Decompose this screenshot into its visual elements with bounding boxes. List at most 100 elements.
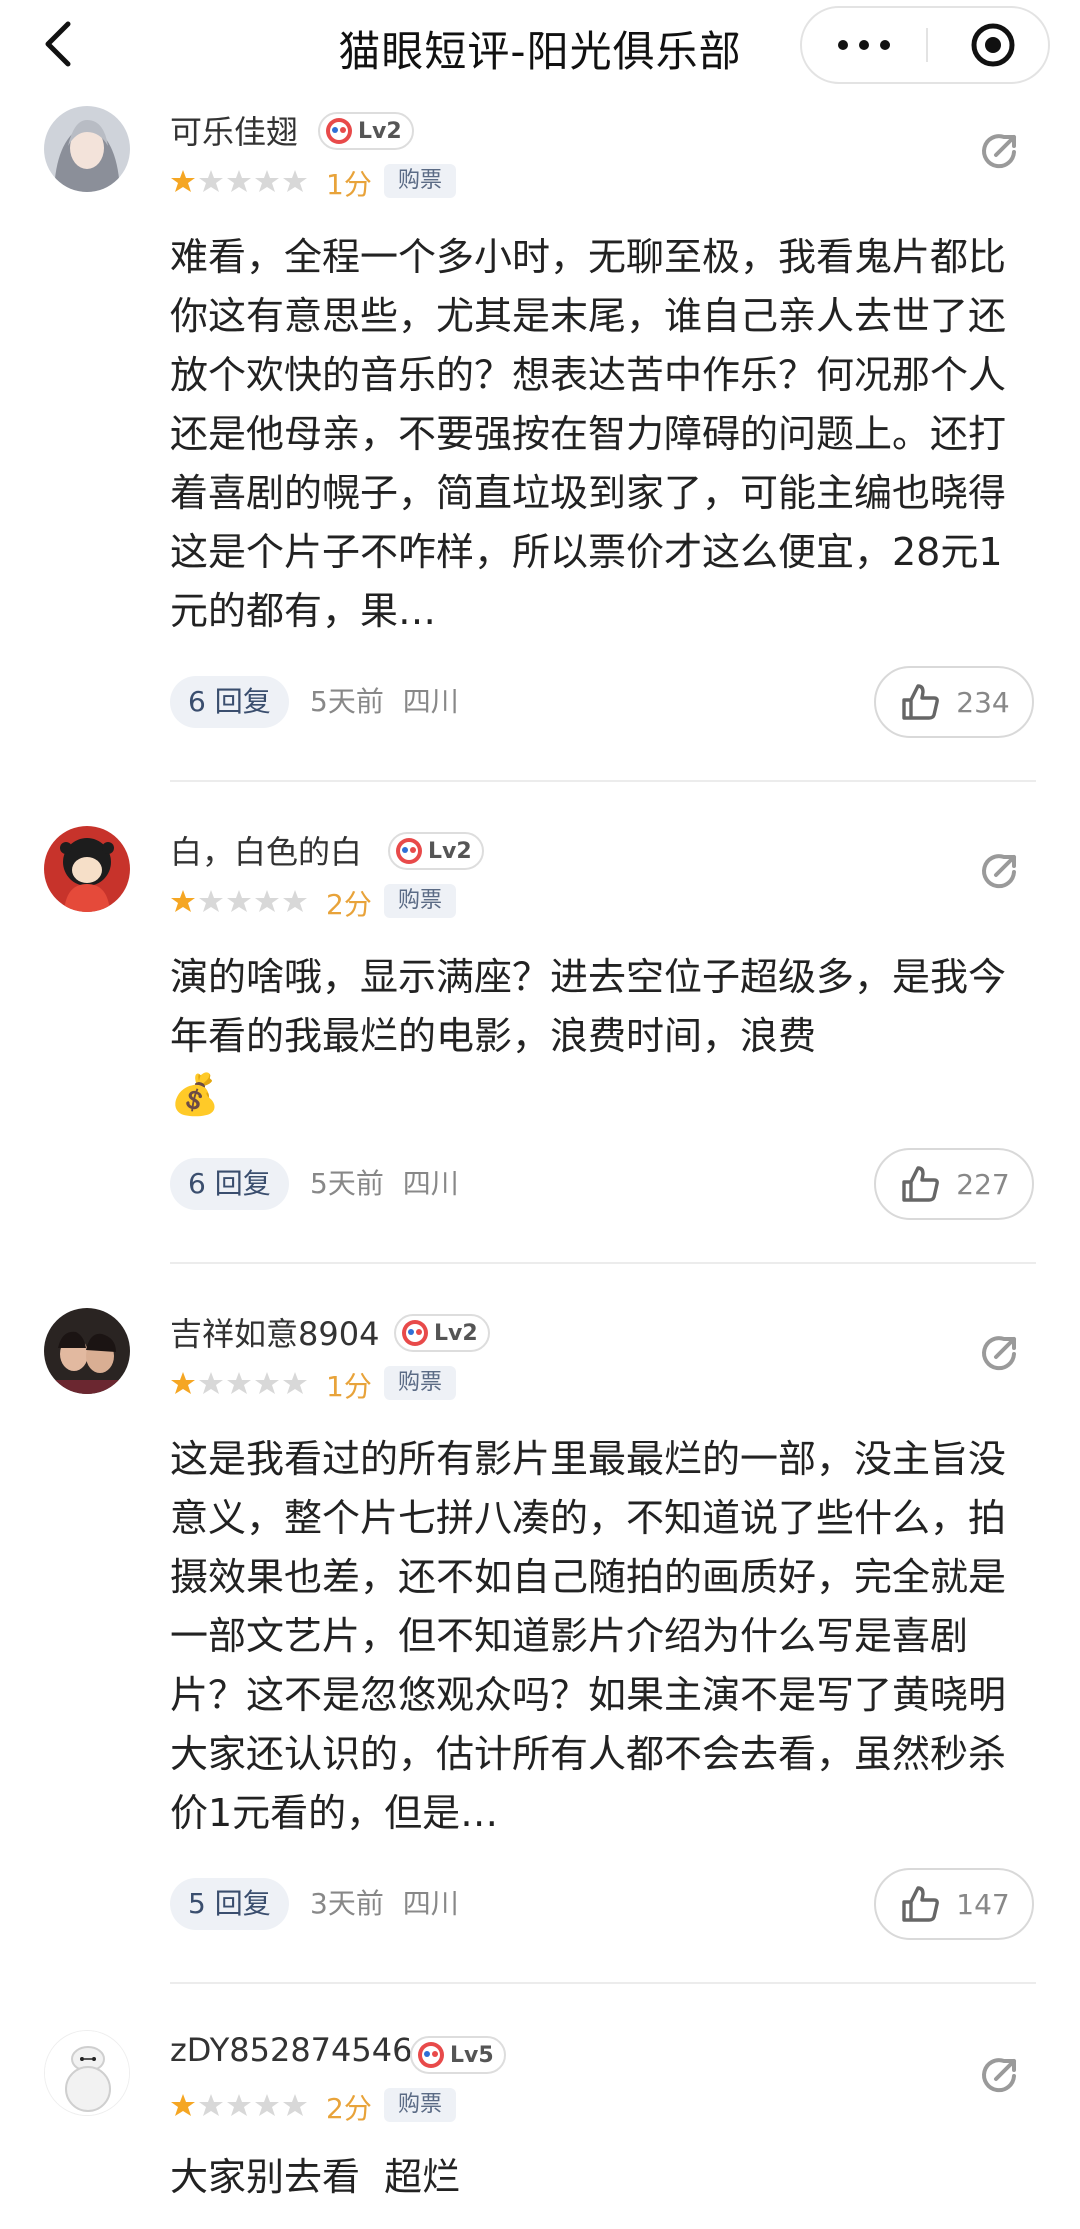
score: 1分 bbox=[326, 168, 372, 201]
level-badge: Lv5 bbox=[410, 2036, 506, 2074]
comment-meta: 5天前 四川 bbox=[310, 1158, 459, 1210]
ticket-tag: 购票 bbox=[384, 2088, 457, 2122]
star-icon bbox=[199, 2094, 223, 2116]
score: 2分 bbox=[326, 2092, 372, 2125]
level-badge: Lv2 bbox=[394, 1314, 490, 1352]
like-button[interactable]: 147 bbox=[874, 1868, 1034, 1940]
star-icon bbox=[255, 1372, 279, 1394]
star-icon bbox=[283, 890, 307, 912]
divider bbox=[170, 1262, 1036, 1264]
star-icon bbox=[255, 890, 279, 912]
rating-stars bbox=[170, 1370, 310, 1396]
comment-text: 这是我看过的所有影片里最最烂的一部，没主旨没意义，整个片七拼八凑的，不知道说了些… bbox=[170, 1437, 1007, 1835]
nav-bar: 猫眼短评-阳光俱乐部 bbox=[0, 0, 1080, 88]
money-bag-emoji: 💰 bbox=[170, 1072, 220, 1118]
star-icon bbox=[227, 2094, 251, 2116]
like-button[interactable]: 227 bbox=[874, 1148, 1034, 1220]
star-icon bbox=[283, 1372, 307, 1394]
level-text: Lv2 bbox=[434, 1320, 478, 1346]
star-icon bbox=[227, 1372, 251, 1394]
avatar-image bbox=[45, 2031, 129, 2115]
score: 2分 bbox=[326, 888, 372, 921]
level-badge: Lv2 bbox=[388, 832, 484, 870]
star-icon bbox=[171, 890, 195, 912]
user-level-icon bbox=[402, 1320, 428, 1346]
username[interactable]: 白，白色的白 bbox=[170, 827, 362, 873]
like-count: 234 bbox=[956, 685, 1010, 719]
target-circle-icon bbox=[971, 23, 1015, 67]
more-button[interactable] bbox=[802, 8, 926, 82]
mini-program-capsule bbox=[800, 6, 1050, 84]
rating-stars bbox=[170, 168, 310, 194]
star-icon bbox=[255, 170, 279, 192]
share-button[interactable] bbox=[978, 848, 1024, 894]
user-level-icon bbox=[326, 118, 352, 144]
ticket-tag: 购票 bbox=[384, 164, 457, 198]
ticket-tag: 购票 bbox=[384, 1366, 457, 1400]
username[interactable]: 吉祥如意8904 bbox=[170, 1309, 379, 1355]
avatar-image bbox=[44, 826, 130, 912]
ticket-tag: 购票 bbox=[384, 884, 457, 918]
close-button[interactable] bbox=[970, 22, 1016, 68]
star-icon bbox=[227, 890, 251, 912]
thumb-up-icon bbox=[902, 1886, 940, 1922]
star-icon bbox=[255, 2094, 279, 2116]
share-icon bbox=[982, 854, 1016, 889]
comment-location: 四川 bbox=[402, 1887, 459, 1920]
comment-time: 5天前 bbox=[310, 1167, 384, 1200]
comment-meta: 3天前 四川 bbox=[310, 1878, 459, 1930]
like-count: 227 bbox=[956, 1167, 1010, 1201]
share-icon bbox=[982, 1336, 1016, 1371]
star-icon bbox=[283, 170, 307, 192]
level-text: Lv2 bbox=[428, 838, 472, 864]
level-text: Lv2 bbox=[358, 118, 402, 144]
avatar[interactable] bbox=[44, 2030, 130, 2116]
user-level-icon bbox=[396, 838, 422, 864]
like-count: 147 bbox=[956, 1887, 1010, 1921]
comment-location: 四川 bbox=[402, 685, 459, 718]
share-button[interactable] bbox=[978, 128, 1024, 174]
like-button[interactable]: 234 bbox=[874, 666, 1034, 738]
share-icon bbox=[982, 134, 1016, 169]
comment-text-body: 演的啥哦，显示满座？进去空位子超级多，是我今年看的我最烂的电影，浪费时间，浪费 bbox=[170, 955, 1007, 1058]
reply-count-button[interactable]: 5 回复 bbox=[170, 1878, 289, 1930]
divider bbox=[170, 1982, 1036, 1984]
comment-meta: 5天前 四川 bbox=[310, 676, 459, 728]
comment-text: 大家别去看 超烂 bbox=[170, 2155, 461, 2199]
avatar[interactable] bbox=[44, 1308, 130, 1394]
star-icon bbox=[171, 2094, 195, 2116]
comment-time: 3天前 bbox=[310, 1887, 384, 1920]
rating-stars bbox=[170, 2092, 310, 2118]
level-text: Lv5 bbox=[450, 2042, 494, 2068]
avatar[interactable] bbox=[44, 826, 130, 912]
more-dots-icon bbox=[838, 40, 848, 50]
share-icon bbox=[982, 2058, 1016, 2093]
star-icon bbox=[199, 1372, 223, 1394]
share-button[interactable] bbox=[978, 2052, 1024, 2098]
avatar[interactable] bbox=[44, 106, 130, 192]
star-icon bbox=[227, 170, 251, 192]
username[interactable]: zDY852874546 bbox=[170, 2031, 412, 2069]
avatar-image bbox=[44, 1308, 130, 1394]
username[interactable]: 可乐佳翅 bbox=[170, 107, 298, 153]
comment-location: 四川 bbox=[402, 1167, 459, 1200]
star-icon bbox=[171, 1372, 195, 1394]
divider bbox=[170, 780, 1036, 782]
comment-text: 难看，全程一个多小时，无聊至极，我看鬼片都比你这有意思些，尤其是末尾，谁自己亲人… bbox=[170, 235, 1007, 633]
comment-text: 演的啥哦，显示满座？进去空位子超级多，是我今年看的我最烂的电影，浪费时间，浪费 💰 bbox=[170, 948, 1030, 1125]
star-icon bbox=[199, 890, 223, 912]
reply-count-button[interactable]: 6 回复 bbox=[170, 1158, 289, 1210]
avatar-image bbox=[44, 106, 130, 192]
reply-count-button[interactable]: 6 回复 bbox=[170, 676, 289, 728]
score: 1分 bbox=[326, 1370, 372, 1403]
share-button[interactable] bbox=[978, 1330, 1024, 1376]
star-icon bbox=[171, 170, 195, 192]
capsule-divider bbox=[926, 28, 928, 62]
level-badge: Lv2 bbox=[318, 112, 414, 150]
thumb-up-icon bbox=[902, 684, 940, 720]
star-icon bbox=[283, 2094, 307, 2116]
star-icon bbox=[199, 170, 223, 192]
thumb-up-icon bbox=[902, 1166, 940, 1202]
comment-time: 5天前 bbox=[310, 685, 384, 718]
user-level-icon bbox=[418, 2042, 444, 2068]
